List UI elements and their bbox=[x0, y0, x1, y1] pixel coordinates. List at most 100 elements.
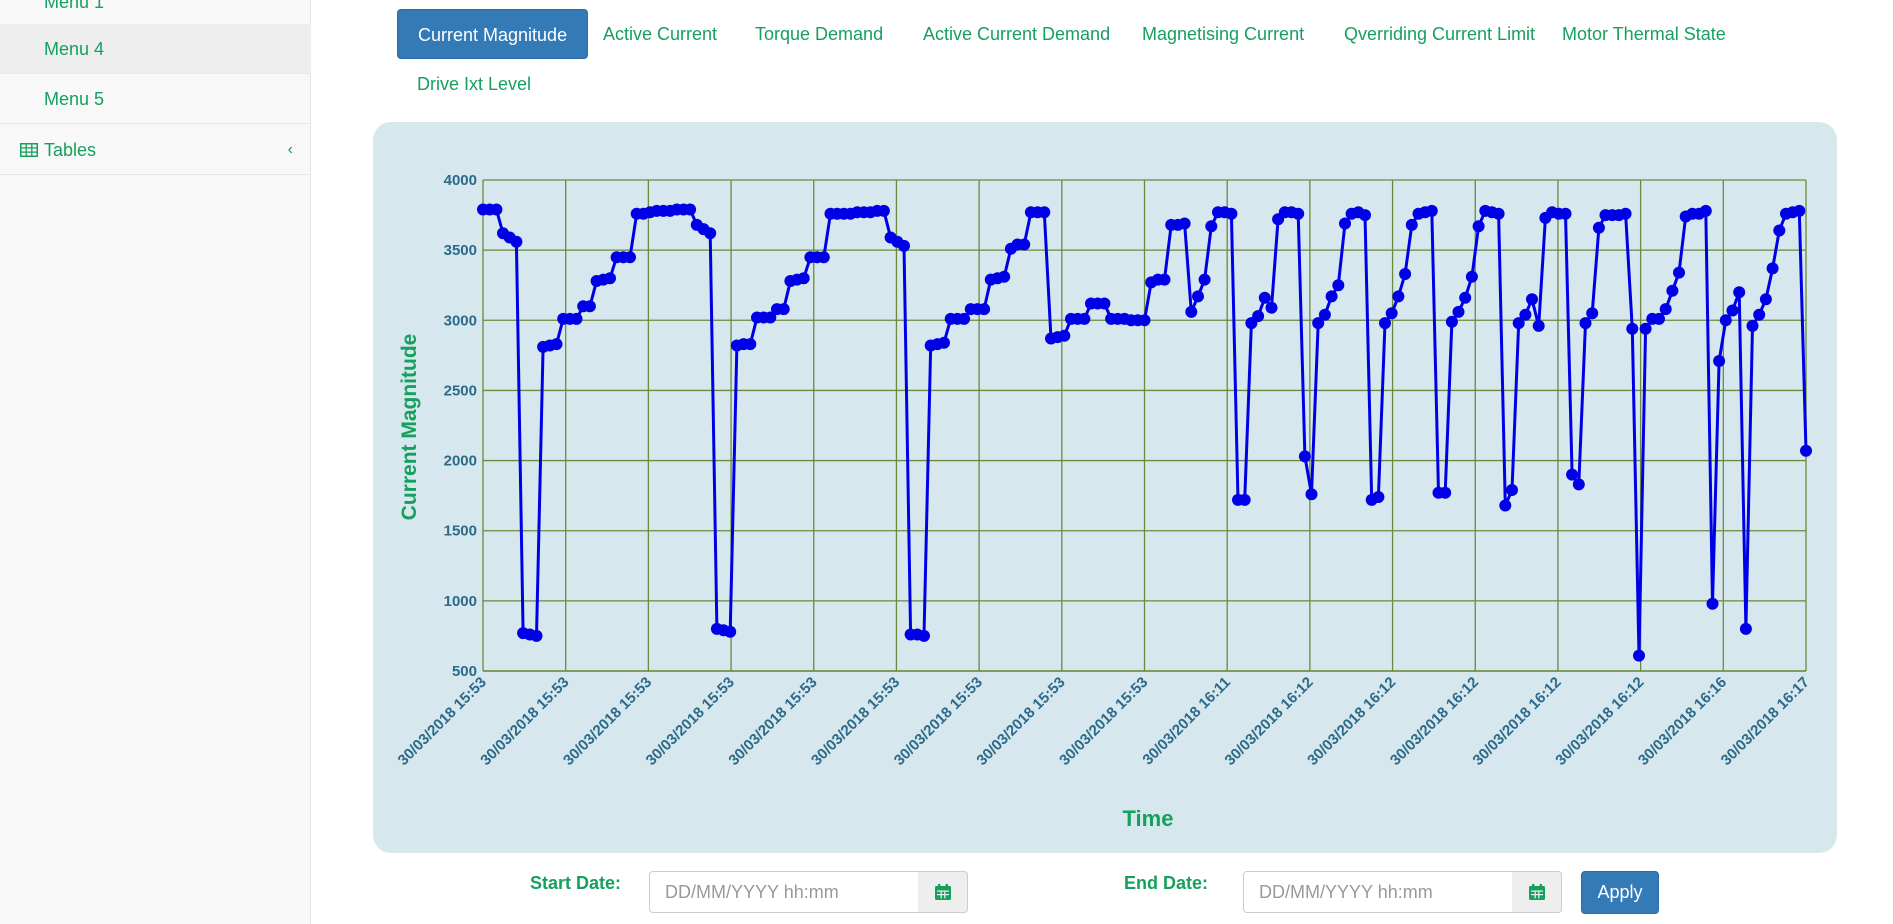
data-point bbox=[1726, 304, 1739, 317]
data-point bbox=[1759, 293, 1772, 306]
data-point bbox=[1465, 270, 1478, 283]
data-point bbox=[1198, 273, 1211, 286]
x-tick-label: 30/03/2018 15:53 bbox=[891, 674, 986, 769]
tab-current-magnitude[interactable]: Current Magnitude bbox=[397, 9, 589, 59]
x-tick-label: 30/03/2018 16:17 bbox=[1718, 674, 1813, 769]
data-point bbox=[1773, 224, 1786, 237]
x-tick-label: 30/03/2018 15:53 bbox=[973, 674, 1068, 769]
tab-magnetising-current[interactable]: Magnetising Current bbox=[1122, 9, 1324, 59]
data-point bbox=[1579, 317, 1592, 330]
data-point bbox=[1706, 597, 1719, 610]
data-point bbox=[1439, 486, 1452, 499]
y-tick-label: 1500 bbox=[444, 523, 477, 540]
x-axis-title: Time bbox=[1123, 806, 1174, 831]
data-point bbox=[1733, 286, 1746, 299]
x-tick-label: 30/03/2018 16:12 bbox=[1470, 674, 1565, 769]
x-tick-label: 30/03/2018 16:11 bbox=[1139, 674, 1234, 769]
data-point bbox=[1766, 262, 1779, 275]
data-point bbox=[1298, 450, 1311, 463]
apply-button[interactable]: Apply bbox=[1581, 871, 1659, 914]
data-point bbox=[624, 251, 636, 264]
data-point bbox=[898, 239, 910, 252]
data-point bbox=[1325, 290, 1338, 303]
data-point bbox=[583, 300, 596, 313]
data-point bbox=[1659, 303, 1672, 316]
calendar-icon bbox=[1528, 884, 1545, 900]
tab-overriding-current-limit[interactable]: Qverriding Current Limit bbox=[1324, 9, 1555, 59]
data-point bbox=[1519, 308, 1532, 321]
x-tick-label: 30/03/2018 16:12 bbox=[1552, 674, 1647, 769]
x-tick-label: 30/03/2018 16:12 bbox=[1304, 674, 1399, 769]
start-date-input[interactable] bbox=[649, 871, 920, 913]
data-point bbox=[1292, 207, 1305, 220]
data-point bbox=[490, 203, 503, 216]
y-tick-label: 2500 bbox=[444, 382, 477, 399]
data-point bbox=[704, 227, 717, 240]
end-date-input[interactable] bbox=[1243, 871, 1514, 913]
data-point bbox=[877, 204, 890, 217]
data-point bbox=[1746, 319, 1759, 332]
data-point bbox=[1399, 268, 1412, 280]
x-tick-label: 30/03/2018 16:12 bbox=[1387, 674, 1482, 769]
data-point bbox=[938, 336, 950, 349]
y-tick-label: 3000 bbox=[444, 312, 477, 329]
data-point bbox=[1526, 293, 1538, 306]
data-point bbox=[797, 272, 810, 285]
y-tick-label: 2000 bbox=[444, 453, 477, 470]
data-point bbox=[684, 203, 697, 216]
x-tick-label: 30/03/2018 15:53 bbox=[808, 674, 903, 769]
data-point bbox=[570, 312, 583, 325]
data-point bbox=[1138, 314, 1151, 327]
start-date-label: Start Date: bbox=[530, 873, 622, 893]
data-point bbox=[1359, 209, 1371, 222]
data-point bbox=[1559, 207, 1572, 220]
data-point bbox=[1339, 217, 1351, 230]
sidebar-item-tables[interactable]: Tables ‹ bbox=[0, 125, 311, 175]
y-tick-label: 3500 bbox=[444, 242, 477, 259]
tab-active-current-demand[interactable]: Active Current Demand bbox=[903, 9, 1130, 59]
table-icon bbox=[20, 143, 38, 157]
data-point bbox=[1499, 499, 1512, 512]
x-tick-label: 30/03/2018 15:53 bbox=[643, 674, 738, 769]
x-tick-label: 30/03/2018 15:53 bbox=[725, 674, 820, 769]
data-point bbox=[724, 625, 737, 638]
data-point bbox=[1305, 488, 1318, 501]
data-point bbox=[1252, 310, 1265, 323]
data-point bbox=[1192, 290, 1204, 303]
data-point bbox=[1185, 305, 1198, 318]
data-point bbox=[1078, 312, 1091, 325]
sidebar-item-menu-4[interactable]: Menu 4 bbox=[0, 24, 311, 74]
data-point bbox=[777, 303, 790, 316]
tab-torque-demand[interactable]: Torque Demand bbox=[735, 9, 903, 59]
data-point bbox=[510, 235, 523, 248]
chevron-left-icon: ‹ bbox=[287, 141, 293, 158]
x-tick-label: 30/03/2018 15:53 bbox=[560, 674, 655, 769]
data-point bbox=[1038, 206, 1051, 219]
end-date-calendar-button[interactable] bbox=[1512, 871, 1562, 913]
data-point bbox=[1392, 290, 1405, 303]
data-point bbox=[1158, 273, 1171, 286]
data-point bbox=[1385, 307, 1398, 320]
data-point bbox=[1639, 322, 1652, 335]
data-point bbox=[1332, 279, 1345, 292]
data-point bbox=[1566, 468, 1579, 481]
data-point bbox=[1653, 312, 1665, 325]
data-point bbox=[1753, 308, 1766, 321]
data-point bbox=[1445, 315, 1458, 328]
data-point bbox=[1058, 329, 1071, 342]
sidebar-item-label: Menu 5 bbox=[44, 89, 105, 109]
x-tick-label: 30/03/2018 15:53 bbox=[395, 674, 490, 769]
start-date-calendar-button[interactable] bbox=[918, 871, 968, 913]
data-point bbox=[550, 338, 563, 351]
tab-motor-thermal-state[interactable]: Motor Thermal State bbox=[1542, 9, 1746, 59]
data-point bbox=[1719, 314, 1732, 327]
data-point bbox=[1472, 220, 1485, 233]
sidebar-item-menu-1[interactable]: Menu 1 bbox=[0, 0, 311, 27]
data-point bbox=[1800, 444, 1812, 457]
data-point bbox=[817, 251, 830, 264]
tab-active-current[interactable]: Active Current bbox=[583, 9, 737, 59]
sidebar-item-menu-5[interactable]: Menu 5 bbox=[0, 74, 311, 124]
tab-drive-ixt-level[interactable]: Drive Ixt Level bbox=[397, 59, 551, 109]
data-point bbox=[1666, 284, 1679, 297]
data-point bbox=[1699, 204, 1712, 217]
